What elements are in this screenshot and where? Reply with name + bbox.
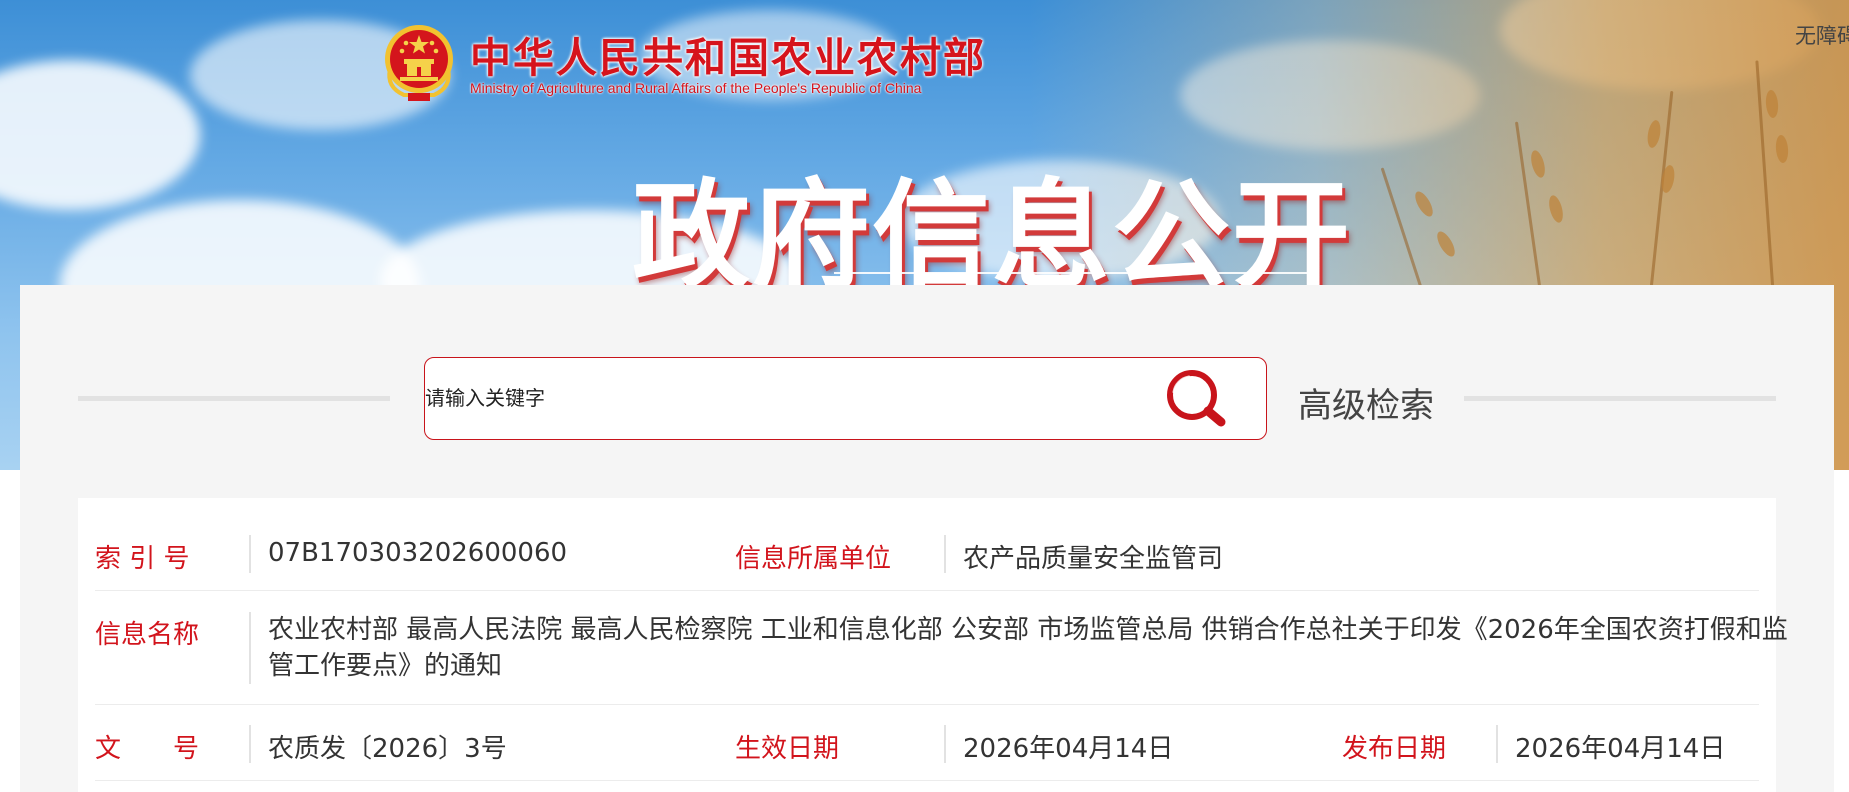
column-separator	[944, 725, 946, 763]
column-separator	[249, 535, 251, 573]
name-value: 农业农村部 最高人民法院 最高人民检察院 工业和信息化部 公安部 市场监管总局 …	[268, 615, 1788, 681]
column-separator	[249, 725, 251, 763]
name-label: 信息名称	[95, 620, 200, 650]
index-label: 索 引 号	[95, 544, 190, 574]
column-separator	[944, 535, 946, 573]
publish-date-label: 发布日期	[1342, 734, 1447, 764]
unit-value: 农产品质量安全监管司	[963, 544, 1224, 574]
divider-right	[1464, 396, 1776, 401]
index-value: 07B170303202600060	[268, 538, 568, 568]
divider-left	[78, 396, 390, 401]
effective-date-label: 生效日期	[735, 734, 840, 764]
row-divider	[95, 780, 1759, 781]
search-box	[424, 357, 1267, 440]
title-underline	[834, 272, 1314, 274]
doc-number-value: 农质发〔2026〕3号	[268, 734, 507, 764]
column-separator	[249, 612, 251, 684]
ministry-name-cn[interactable]: 中华人民共和国农业农村部	[470, 24, 986, 84]
ministry-name-en[interactable]: Ministry of Agriculture and Rural Affair…	[470, 80, 921, 96]
advanced-search-link[interactable]: 高级检索	[1298, 378, 1434, 427]
search-input[interactable]	[425, 358, 1125, 438]
row-divider	[95, 590, 1759, 591]
effective-date-value: 2026年04月14日	[963, 734, 1174, 764]
national-emblem-icon	[385, 25, 453, 101]
doc-number-label: 文 号	[95, 734, 200, 764]
accessibility-link[interactable]: 无障碍	[1795, 20, 1849, 50]
cloud	[0, 60, 200, 210]
column-separator	[1496, 725, 1498, 763]
unit-label: 信息所属单位	[735, 544, 892, 574]
publish-date-value: 2026年04月14日	[1515, 734, 1726, 764]
row-divider	[95, 704, 1759, 705]
magnifier-icon[interactable]	[1165, 368, 1231, 430]
